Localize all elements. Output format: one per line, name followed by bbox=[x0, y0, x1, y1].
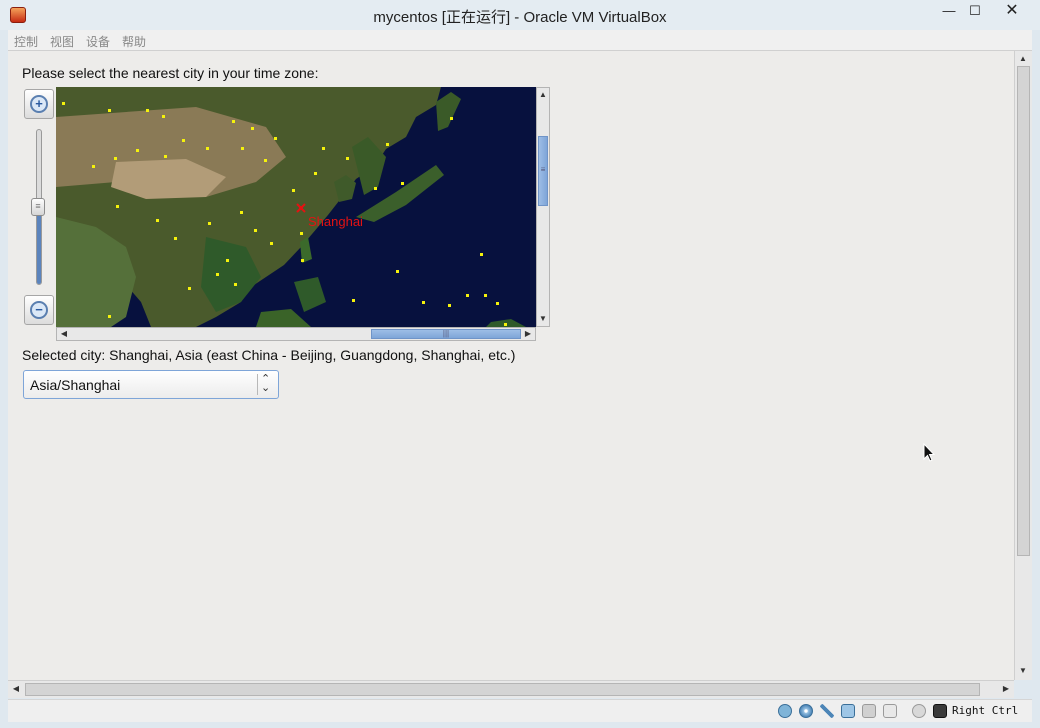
keyboard-capture-icon[interactable] bbox=[933, 704, 947, 718]
selected-city-text: Selected city: Shanghai, Asia (east Chin… bbox=[22, 347, 516, 363]
network-icon[interactable] bbox=[841, 704, 855, 718]
timezone-map[interactable]: Shanghai bbox=[56, 87, 536, 327]
menu-control[interactable]: 控制 bbox=[14, 33, 38, 50]
display-icon[interactable] bbox=[883, 704, 897, 718]
window-vertical-scrollbar[interactable]: ▲ ▼ bbox=[1014, 51, 1032, 680]
timezone-dropdown-value: Asia/Shanghai bbox=[30, 377, 121, 393]
map-city-label: Shanghai bbox=[308, 214, 363, 229]
window-title: mycentos [正在运行] - Oracle VM VirtualBox bbox=[373, 9, 667, 26]
map-horizontal-scroll-thumb[interactable]: ||| bbox=[371, 329, 521, 339]
window-horizontal-scrollbar[interactable]: ◀ ▶ bbox=[8, 680, 1014, 698]
timezone-prompt: Please select the nearest city in your t… bbox=[22, 65, 319, 81]
status-bar: Right Ctrl bbox=[8, 699, 1032, 722]
window-horizontal-scroll-thumb[interactable] bbox=[25, 683, 980, 696]
scroll-up-arrow-icon[interactable]: ▲ bbox=[537, 89, 549, 101]
usb-icon[interactable] bbox=[820, 704, 834, 718]
window-scroll-right-icon[interactable]: ▶ bbox=[1000, 683, 1012, 695]
menu-help[interactable]: 帮助 bbox=[122, 33, 146, 50]
scroll-left-arrow-icon[interactable]: ◀ bbox=[58, 328, 70, 340]
window-scroll-left-icon[interactable]: ◀ bbox=[10, 683, 22, 695]
shared-folders-icon[interactable] bbox=[862, 704, 876, 718]
host-key-label: Right Ctrl bbox=[952, 704, 1019, 717]
guest-display[interactable]: Please select the nearest city in your t… bbox=[8, 51, 1014, 680]
title-bar[interactable]: mycentos [正在运行] - Oracle VM VirtualBox —… bbox=[0, 0, 1040, 30]
timezone-dropdown[interactable]: Asia/Shanghai ⌃ ⌄ bbox=[23, 370, 279, 399]
scroll-right-arrow-icon[interactable]: ▶ bbox=[522, 328, 534, 340]
zoom-slider-handle[interactable]: ≡ bbox=[31, 198, 45, 216]
close-button[interactable]: ✕ bbox=[990, 0, 1034, 22]
zoom-in-icon: + bbox=[30, 95, 48, 113]
map-vertical-scrollbar[interactable]: ▲ ≡ ▼ bbox=[536, 87, 550, 327]
maximize-button[interactable]: ☐ bbox=[960, 0, 990, 22]
menu-devices[interactable]: 设备 bbox=[86, 33, 110, 50]
optical-drive-icon[interactable] bbox=[799, 704, 813, 718]
zoom-out-button[interactable]: − bbox=[24, 295, 54, 325]
menu-bar: 控制 视图 设备 帮助 bbox=[8, 30, 1032, 51]
mouse-integration-icon[interactable] bbox=[912, 704, 926, 718]
window-scroll-up-icon[interactable]: ▲ bbox=[1017, 53, 1029, 65]
map-vertical-scroll-thumb[interactable]: ≡ bbox=[538, 136, 548, 206]
hard-disk-icon[interactable] bbox=[778, 704, 792, 718]
updown-arrows-icon: ⌃ ⌄ bbox=[261, 373, 271, 394]
window-vertical-scroll-thumb[interactable] bbox=[1017, 66, 1030, 556]
zoom-out-icon: − bbox=[30, 301, 48, 319]
window-scroll-down-icon[interactable]: ▼ bbox=[1017, 665, 1029, 677]
scroll-down-arrow-icon[interactable]: ▼ bbox=[537, 313, 549, 325]
menu-view[interactable]: 视图 bbox=[50, 33, 74, 50]
mouse-pointer-icon bbox=[923, 443, 935, 462]
dropdown-divider bbox=[257, 374, 258, 395]
world-map-image bbox=[56, 87, 536, 327]
map-horizontal-scrollbar[interactable]: ◀ ||| ▶ bbox=[56, 327, 536, 341]
zoom-in-button[interactable]: + bbox=[24, 89, 54, 119]
